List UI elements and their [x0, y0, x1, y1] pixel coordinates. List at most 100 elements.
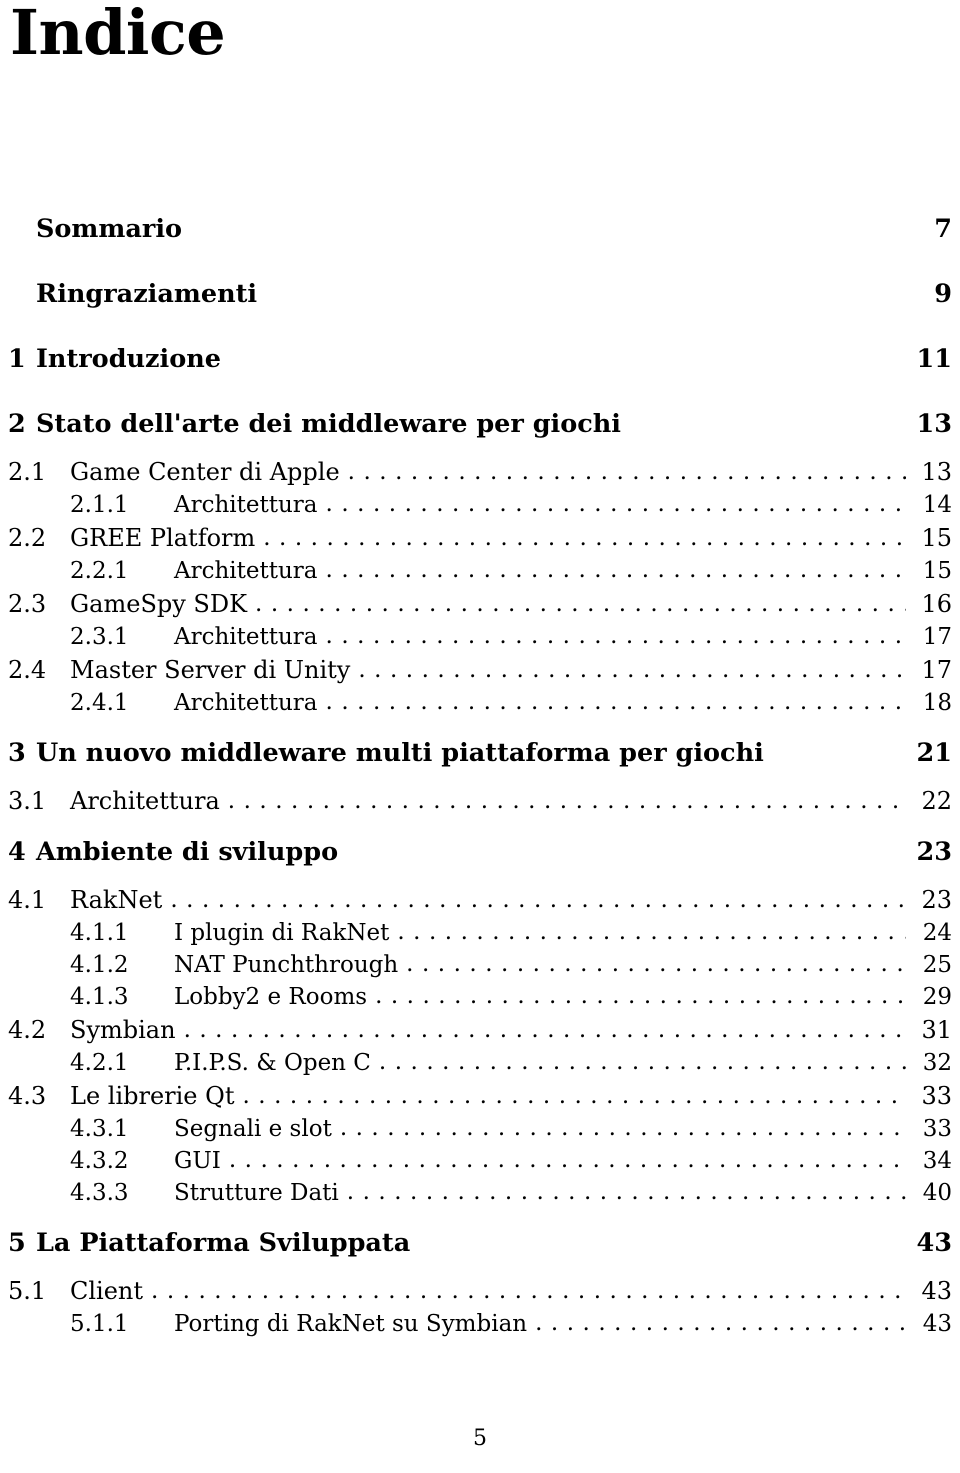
- toc-leader-dots: ........................................…: [227, 788, 906, 814]
- toc-entry-label: Architettura: [174, 558, 318, 584]
- toc-entry-number: 2.2.1: [70, 558, 129, 584]
- toc-entry-number: 4.3.1: [70, 1116, 129, 1142]
- toc-leader-dots: ........................................…: [358, 657, 906, 683]
- toc-entry[interactable]: 2.2.1 Architettura.......................…: [8, 557, 952, 584]
- toc-entry-label: Sommario: [36, 214, 183, 244]
- toc-entry[interactable]: 2.1 Game Center di Apple.................…: [8, 458, 952, 486]
- toc-leader-dots: ........................................…: [325, 557, 906, 583]
- toc-leader-dots: ........................................…: [325, 491, 906, 517]
- toc-leader-dots: ........................................…: [228, 1147, 906, 1173]
- toc-entry-number: 2.4: [8, 656, 47, 684]
- toc-entry[interactable]: 2 Stato dell'arte dei middleware per gioc…: [8, 409, 952, 439]
- toc-leader-dots: ........................................…: [255, 591, 906, 617]
- toc-entry-page: 11: [916, 344, 953, 374]
- toc-entry[interactable]: 2.3.1 Architettura.......................…: [8, 623, 952, 650]
- toc-leader-dots: ........................................…: [151, 1278, 906, 1304]
- toc-entry-page: 13: [921, 458, 952, 486]
- toc-entry-page: 7: [934, 214, 952, 244]
- toc-entry-page: 34: [922, 1148, 952, 1174]
- toc-entry[interactable]: 4.3.3 Strutture Dati.....................…: [8, 1179, 952, 1206]
- toc-entry[interactable]: 4.1.3 Lobby2 e Rooms.....................…: [8, 983, 952, 1010]
- page-footer: 5: [473, 1426, 487, 1451]
- toc-entry-page: 43: [921, 1277, 952, 1305]
- toc-entry-number: 2.1: [8, 458, 47, 486]
- toc-entry-number: 2.3.1: [70, 624, 129, 650]
- toc-entry[interactable]: 4.1 RakNet...............................…: [8, 886, 952, 914]
- toc-entry-page: 43: [916, 1228, 953, 1258]
- toc-entry-label: Client: [70, 1277, 144, 1305]
- toc-entry[interactable]: Ringraziamenti 9: [8, 279, 952, 309]
- toc-entry-label: Architettura: [70, 787, 220, 815]
- toc-entry-number: 4.1.3: [70, 984, 129, 1010]
- toc-entry-page: 17: [921, 656, 952, 684]
- toc-entry-label: La Piattaforma Sviluppata: [36, 1228, 411, 1258]
- toc-entry-number: 1: [8, 344, 26, 374]
- toc-entry[interactable]: 5.1.1 Porting di RakNet su Symbian.......…: [8, 1310, 952, 1337]
- toc-entry[interactable]: 2.4.1 Architettura.......................…: [8, 689, 952, 716]
- toc-leader-dots: ........................................…: [170, 887, 906, 913]
- toc-entry-label: GREE Platform: [70, 524, 256, 552]
- toc-entry[interactable]: 4.3.2 GUI................................…: [8, 1147, 952, 1174]
- toc-entry-number: 2.1.1: [70, 492, 129, 518]
- toc-leader-dots: ........................................…: [325, 623, 906, 649]
- toc-entry-label: P.I.P.S. & Open C: [174, 1050, 371, 1076]
- toc-entry-label: Lobby2 e Rooms: [174, 984, 368, 1010]
- toc-entry[interactable]: 4.3.1 Segnali e slot.....................…: [8, 1115, 952, 1142]
- toc-entry-page: 32: [922, 1050, 952, 1076]
- toc-leader-dots: ........................................…: [406, 951, 906, 977]
- toc-entry-page: 17: [922, 624, 952, 650]
- toc-entry-label: Introduzione: [36, 344, 221, 374]
- toc-entry[interactable]: 4.2 Symbian..............................…: [8, 1016, 952, 1044]
- toc-entry-number: 4.3.2: [70, 1148, 129, 1174]
- toc-entry-label: I plugin di RakNet: [174, 920, 390, 946]
- toc-leader-dots: ........................................…: [263, 525, 906, 551]
- toc-entry-number: 4.1.1: [70, 920, 129, 946]
- toc-entry-number: 2.4.1: [70, 690, 129, 716]
- toc-entry[interactable]: 5.1 Client...............................…: [8, 1277, 952, 1305]
- toc-entry-number: 4.2: [8, 1016, 47, 1044]
- toc-entry-label: GUI: [174, 1148, 221, 1174]
- toc-entry-label: Un nuovo middleware multi piattaforma pe…: [36, 738, 764, 768]
- toc-entry-page: 9: [934, 279, 952, 309]
- toc-entry-number: 2: [8, 409, 26, 439]
- toc-entry[interactable]: 3.1 Architettura.........................…: [8, 787, 952, 815]
- toc-entry-label: Architettura: [174, 492, 318, 518]
- toc-entry-page: 24: [922, 920, 952, 946]
- toc-entry-page: 31: [921, 1016, 952, 1044]
- toc-entry[interactable]: 4.3 Le librerie Qt.......................…: [8, 1082, 952, 1110]
- toc-entry-label: Ringraziamenti: [36, 279, 258, 309]
- toc-leader-dots: ........................................…: [397, 919, 906, 945]
- toc-entry-page: 23: [916, 837, 953, 867]
- toc-entry-label: Stato dell'arte dei middleware per gioch…: [36, 409, 621, 439]
- toc-entry[interactable]: 4.2.1 P.I.P.S. & Open C..................…: [8, 1049, 952, 1076]
- toc-entry-label: Master Server di Unity: [70, 656, 351, 684]
- toc-entry[interactable]: 3 Un nuovo middleware multi piattaforma p…: [8, 738, 952, 768]
- toc-entry[interactable]: 2.2 GREE Platform........................…: [8, 524, 952, 552]
- page-title: Indice: [10, 0, 226, 69]
- toc-entry[interactable]: 5 La Piattaforma Sviluppata 43: [8, 1228, 952, 1258]
- toc-entry[interactable]: 1 Introduzione 11: [8, 344, 952, 374]
- toc-entry[interactable]: 4.1.1 I plugin di RakNet.................…: [8, 919, 952, 946]
- toc-entry-page: 33: [922, 1116, 952, 1142]
- toc-entry-number: 4.2.1: [70, 1050, 129, 1076]
- toc-entry[interactable]: 2.1.1 Architettura.......................…: [8, 491, 952, 518]
- toc-entry[interactable]: Sommario 7: [8, 214, 952, 244]
- toc-leader-dots: ........................................…: [375, 983, 906, 1009]
- toc-entry[interactable]: 2.4 Master Server di Unity...............…: [8, 656, 952, 684]
- toc-entry-number: 3: [8, 738, 26, 768]
- toc-entry[interactable]: 2.3 GameSpy SDK..........................…: [8, 590, 952, 618]
- toc-entry-page: 14: [922, 492, 952, 518]
- toc-page: Indice Sommario 7 Ringraziamenti 9 1 Introduz…: [0, 0, 960, 1473]
- toc-entry-number: 2.3: [8, 590, 47, 618]
- toc-entry-page: 33: [921, 1082, 952, 1110]
- toc-entry-label: Strutture Dati: [174, 1180, 339, 1206]
- toc-leader-dots: ........................................…: [346, 1179, 906, 1205]
- toc-entry[interactable]: 4.1.2 NAT Punchthrough...................…: [8, 951, 952, 978]
- toc-entry-number: 4: [8, 837, 26, 867]
- toc-entry-label: Segnali e slot: [174, 1116, 332, 1142]
- toc-entry-label: Porting di RakNet su Symbian: [174, 1311, 528, 1337]
- toc-entry-label: Le librerie Qt: [70, 1082, 235, 1110]
- toc-entry[interactable]: 4 Ambiente di sviluppo 23: [8, 837, 952, 867]
- toc-entry-label: NAT Punchthrough: [174, 952, 399, 978]
- toc-leader-dots: ........................................…: [183, 1017, 906, 1043]
